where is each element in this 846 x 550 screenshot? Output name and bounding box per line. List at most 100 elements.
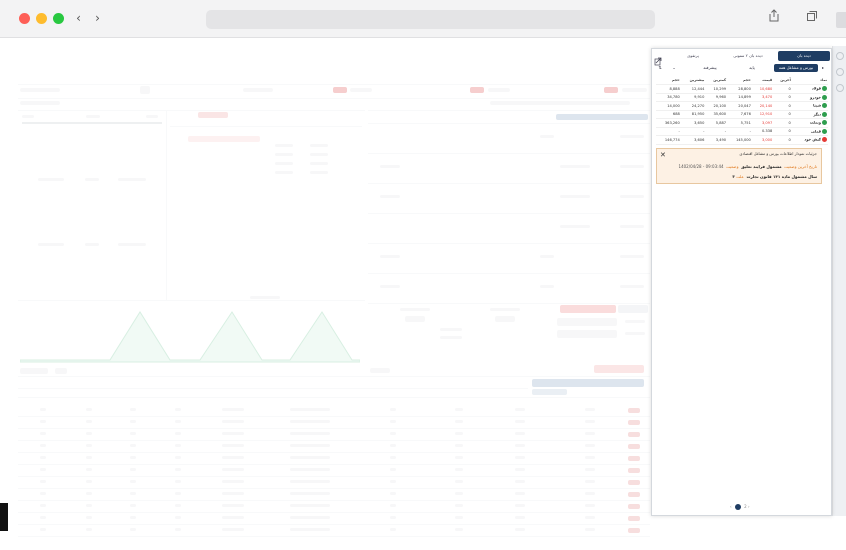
table-cell: 5,887 [715,120,727,125]
background-cell [290,468,330,471]
chevron-down-icon[interactable]: ⌄ [670,64,678,72]
table-cell: - [749,129,751,134]
table-row[interactable]: 363,260 3,650 5,887 5,751 3,097 0 وبملت [656,119,828,128]
symbol-name: فملی [811,129,821,134]
background-cell [628,408,640,413]
background-divider [18,416,650,417]
background-cell [86,468,92,471]
background-cell [290,420,330,423]
table-row[interactable]: - - - - 0.338 0 فملی [656,127,828,136]
background-cell [390,444,396,447]
background-cell [175,456,181,459]
sidebar-toggle[interactable] [836,12,846,28]
table-cell: 3,606 [694,137,705,142]
background-cell [585,432,595,435]
background-cell [130,480,136,483]
table-row[interactable]: 14,000 24,270 20,100 20,047 20,140 0 شپنا [656,102,828,111]
background-cell [222,516,244,519]
pager-current[interactable] [734,504,741,510]
rail-user-icon[interactable] [836,68,844,76]
background-cell [515,432,525,435]
tab-watchlist[interactable]: دیده بان [778,51,830,61]
pager-next[interactable]: 2 [744,504,747,509]
table-row[interactable]: 688 81,950 35,600 7,676 12,910 0 دیگر [656,110,828,119]
table-cell: 3,650 [694,120,705,125]
table-cell: 20,100 [713,103,727,108]
subtab-all[interactable]: بورس و مشاغل همه [774,64,818,72]
panel-tabs: دیده بان دیده بان ۲ ستونی پرتفوی [654,51,830,66]
symbol-cell[interactable]: وبملت [792,119,828,128]
symbol-cell[interactable]: شپنا [792,102,828,111]
table-cell: 10,299 [713,86,727,91]
status-green-icon [822,128,827,134]
popup-tabs[interactable]: جزئیات نمودار اطلاعات بورس و مشاغل اقتصا… [739,151,817,156]
background-cell [175,444,181,447]
background-cell [515,456,525,459]
subtab-basic[interactable]: پایه [732,64,772,72]
status-green-icon [822,120,827,126]
table-header-row: حجم بیشترین کمترین حجم قیمت آخرین نماد [656,76,828,85]
sort-icon[interactable]: ⇅ [656,64,664,72]
background-cell [222,480,244,483]
column-header: حجم [671,78,680,82]
symbol-cell[interactable]: کیش خود [792,136,828,145]
rail-settings-icon[interactable] [836,84,844,92]
background-cell [130,408,136,411]
minimize-window-button[interactable] [36,13,47,24]
watchlist-panel: دیده بان دیده بان ۲ ستونی پرتفوی ▸ بورس … [651,48,832,516]
background-cell [515,480,525,483]
popup-date-label: تاریخ آخرین وضعیت [784,164,817,169]
rail-refresh-icon[interactable] [836,52,844,60]
popup-date-value: 1402/04/28 - 09:03:44 [678,164,724,169]
background-divider [18,500,650,501]
background-cell [455,408,463,411]
tabs-icon[interactable] [802,9,822,29]
background-cell [390,456,396,459]
close-icon[interactable]: ✕ [660,151,666,159]
symbol-cell[interactable]: دیگر [792,110,828,119]
close-window-button[interactable] [19,13,30,24]
tab-portfolio[interactable]: پرتفوی [668,51,718,61]
table-row[interactable]: 8,888 12,444 10,299 28,800 10,680 0 فولاد [656,85,828,94]
background-cell [130,444,136,447]
share-icon[interactable] [764,9,784,29]
background-cell [585,480,595,483]
back-button[interactable]: ‹ [71,11,86,27]
background-divider [18,452,650,453]
symbol-cell[interactable]: فملی [792,127,828,136]
background-cell [455,504,463,507]
background-cell [86,432,92,435]
background-cell [130,468,136,471]
subtab-menu-icon[interactable]: ▸ [818,64,828,72]
background-cell [628,504,640,509]
background-cell [585,516,595,519]
maximize-window-button[interactable] [53,13,64,24]
table-cell: 35,600 [713,112,727,117]
background-cell [40,504,46,507]
tab-watchlist-two-column[interactable]: دیده بان ۲ ستونی [720,51,776,61]
table-cell: 0 [788,112,791,117]
table-row[interactable]: 146,774 3,606 3,490 145,000 3,000 0 کیش خود [656,136,828,145]
background-cell [290,528,330,531]
address-bar[interactable] [206,10,655,29]
background-cell [290,408,330,411]
background-cell [40,444,46,447]
watchlist-table: حجم بیشترین کمترین حجم قیمت آخرین نماد 8… [656,76,828,145]
status-green-icon [822,94,827,100]
symbol-cell[interactable]: خودرو [792,93,828,102]
background-cell [585,444,595,447]
table-cell: 688 [672,112,680,117]
panel-link-icon[interactable] [654,51,664,66]
pager-prev[interactable]: ‹ [730,504,732,509]
status-green-icon [822,86,827,92]
background-cell [290,444,330,447]
background-cell [628,456,640,461]
symbol-cell[interactable]: فولاد [792,85,828,94]
symbol-status-popup: ✕ جزئیات نمودار اطلاعات بورس و مشاغل اقت… [656,148,822,184]
pager-more[interactable]: › [748,504,750,509]
forward-button[interactable]: › [90,11,105,27]
background-cell [40,480,46,483]
subtab-advanced[interactable]: پیشرفته [690,64,730,72]
table-row[interactable]: 34,780 9,910 9,960 14,899 3,470 0 خودرو [656,93,828,102]
column-header: نماد [820,78,827,82]
